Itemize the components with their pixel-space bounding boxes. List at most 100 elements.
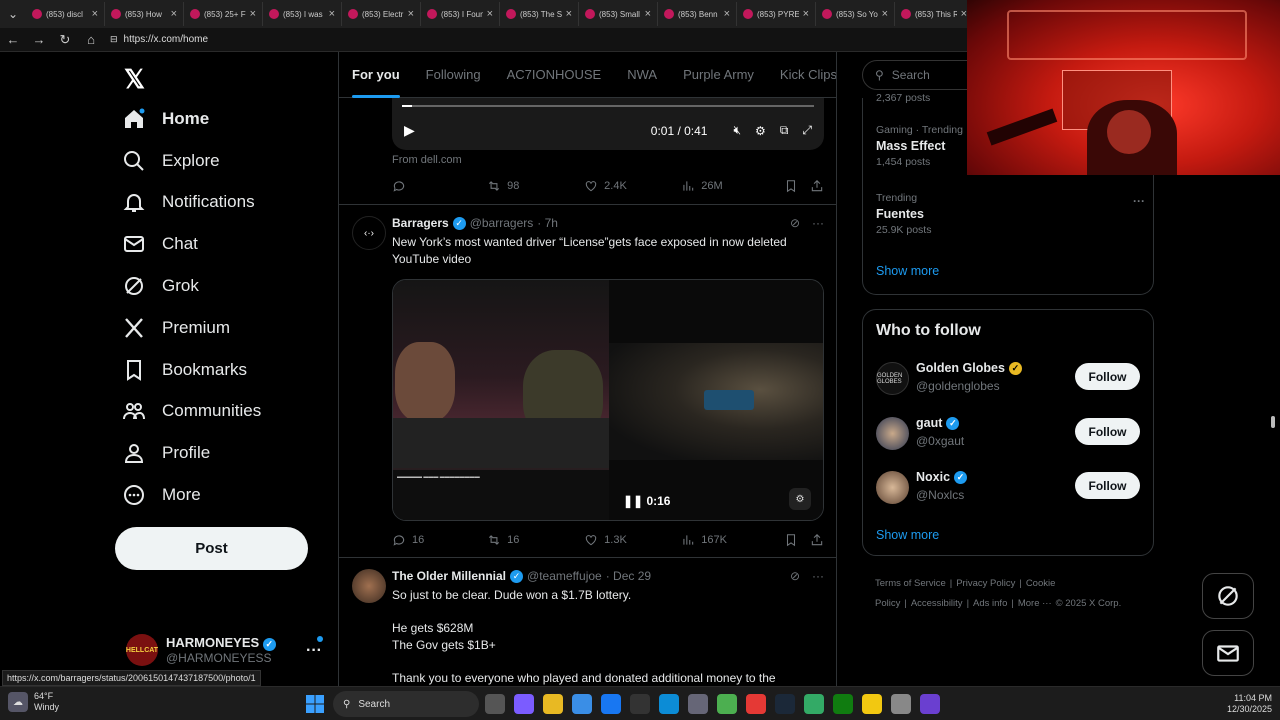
page-scrollbar[interactable] [1268,52,1278,686]
reload-icon[interactable]: ↻ [58,32,72,48]
ad-source[interactable]: From dell.com [392,154,462,166]
tab-list-chevron-icon[interactable]: ⌄ [0,0,26,28]
author-handle[interactable]: @teameffujoe [527,569,602,583]
browser-tab[interactable]: (853) PYRE × [737,2,816,26]
sidebar-item-notifications[interactable]: Notifications [122,182,261,224]
grok-icon[interactable]: ⊘ [790,216,800,230]
avatar[interactable]: ‹·› [352,216,386,250]
follow-button[interactable]: Follow [1075,363,1140,390]
footer-link[interactable]: Privacy Policy [956,578,1015,589]
like-button[interactable]: 1.3K [584,533,681,547]
close-tab-icon[interactable]: × [724,8,730,20]
tab-nwa[interactable]: NWA [614,52,670,98]
edge-icon[interactable] [659,694,679,714]
tab-for-you[interactable]: For you [339,52,413,98]
trend-item[interactable]: Gaming · Trending Mass Effect 1,454 post… [876,124,963,168]
show-more-link[interactable]: Show more [876,264,939,278]
task-view-icon[interactable] [485,694,505,714]
copilot-icon[interactable] [514,694,534,714]
store-icon[interactable] [572,694,592,714]
file-explorer-icon[interactable] [543,694,563,714]
retweet-button[interactable]: 16 [487,533,584,547]
windows-start-icon[interactable] [306,695,324,713]
notes-icon[interactable] [862,694,882,714]
reply-button[interactable]: 16 [392,533,487,547]
settings-gear-icon[interactable]: ⚙ [755,124,766,138]
tab-kick-clips[interactable]: Kick Clips [767,52,836,98]
back-icon[interactable]: ← [6,32,20,47]
amazon-icon[interactable] [630,694,650,714]
more-dots-icon[interactable]: ··· [812,569,824,583]
reply-button[interactable] [392,179,487,193]
site-info-icon[interactable]: ⊟ [110,34,118,45]
url-field[interactable]: ⊟ https://x.com/home [110,34,208,45]
sidebar-item-grok[interactable]: Grok [122,265,261,307]
tweet-time[interactable]: · Dec 29 [606,569,651,583]
fullscreen-icon[interactable]: ⤢ [802,123,812,138]
close-tab-icon[interactable]: × [408,8,414,20]
browser-tab[interactable]: (853) The S × [500,2,579,26]
forward-icon[interactable]: → [32,32,46,47]
show-more-link[interactable]: Show more [876,528,939,542]
weather-widget[interactable]: ☁ 64°F Windy [8,691,59,713]
browser-tab[interactable]: (853) I was × [263,2,342,26]
sidebar-item-more[interactable]: More [122,474,261,516]
sidebar-item-premium[interactable]: Premium [122,307,261,349]
calculator-icon[interactable] [688,694,708,714]
sidebar-item-profile[interactable]: Profile [122,432,261,474]
facebook-icon[interactable] [601,694,621,714]
close-tab-icon[interactable]: × [566,8,572,20]
browser-tab[interactable]: (853) 25+ F × [184,2,263,26]
close-tab-icon[interactable]: × [882,8,888,20]
author-handle[interactable]: @barragers [470,216,534,230]
sidebar-item-communities[interactable]: Communities [122,391,261,433]
share-button[interactable] [810,179,824,193]
browser-tab[interactable]: (853) How × [105,2,184,26]
like-button[interactable]: 2.4K [584,179,681,193]
footer-link[interactable]: Ads info [973,598,1007,609]
browser-tab[interactable]: (853) Electr × [342,2,421,26]
browser-tab[interactable]: (853) I Foun × [421,2,500,26]
obs-icon[interactable] [920,694,940,714]
messages-floating-button[interactable] [1202,630,1254,676]
app-icon[interactable] [804,694,824,714]
share-button[interactable] [810,533,824,547]
tweet-time[interactable]: · 7h [537,216,558,230]
post-button[interactable]: Post [115,527,308,570]
tab-following[interactable]: Following [413,52,494,98]
grok-icon[interactable]: ⊘ [790,569,800,583]
sidebar-item-bookmarks[interactable]: Bookmarks [122,349,261,391]
close-tab-icon[interactable]: × [250,8,256,20]
close-tab-icon[interactable]: × [645,8,651,20]
more-dots-icon[interactable]: ··· [1133,194,1145,208]
tweet-video[interactable]: ▬▬▬▬▬ ▬▬▬ ▬▬▬▬▬▬▬▬ ❚❚ 0:16 ⚙ [392,279,824,521]
footer-link[interactable]: Accessibility [911,598,963,609]
trend-item[interactable]: Trending Fuentes 25.9K posts [876,192,931,236]
home-browser-icon[interactable]: ⌂ [84,32,98,47]
trend-item[interactable]: 2,367 posts [876,92,930,104]
footer-link[interactable]: Terms of Service [875,578,946,589]
browser-tab[interactable]: (853) Benn × [658,2,737,26]
footer-link[interactable]: © 2025 X Corp. [1056,598,1122,609]
retweet-button[interactable]: 98 [487,179,584,193]
bookmark-button[interactable] [784,533,810,547]
close-tab-icon[interactable]: × [329,8,335,20]
views-button[interactable]: 167K [681,533,784,547]
close-tab-icon[interactable]: × [171,8,177,20]
views-button[interactable]: 26M [681,179,784,193]
author-name[interactable]: Barragers [392,216,449,230]
footer-link[interactable]: More ··· [1018,598,1052,609]
more-dots-icon[interactable]: ··· [812,216,824,230]
youtube-icon[interactable] [746,694,766,714]
app-icon[interactable] [891,694,911,714]
video-progress-bar[interactable] [402,105,814,107]
tab-ac7ionhouse[interactable]: AC7IONHOUSE [494,52,615,98]
author-name[interactable]: The Older Millennial [392,569,506,583]
steam-icon[interactable] [775,694,795,714]
sidebar-item-explore[interactable]: Explore [122,140,261,182]
sidebar-item-home[interactable]: Home [122,98,261,140]
close-tab-icon[interactable]: × [92,8,98,20]
video-player[interactable]: ▶ 0:01 / 0:41 🔇︎ ⚙ ⧉ ⤢ [392,98,824,150]
browser-tab[interactable]: (853) So Yo × [816,2,895,26]
grok-floating-button[interactable] [1202,573,1254,619]
